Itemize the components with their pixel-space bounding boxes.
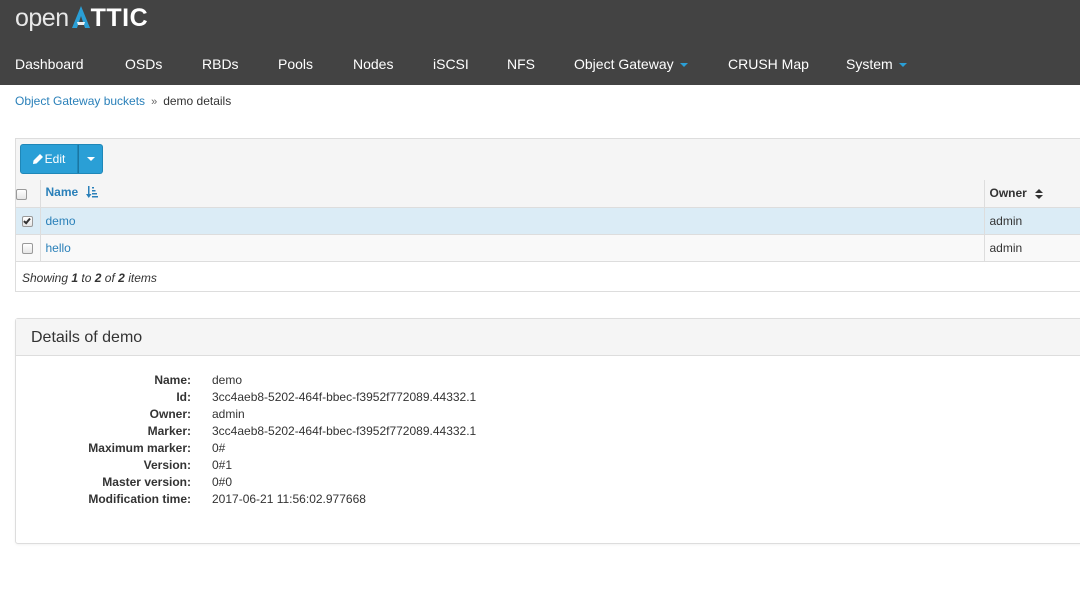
detail-row-marker: Marker: 3cc4aeb8-5202-464f-bbec-f3952f772…: [16, 423, 716, 440]
double-chevron-right-icon: »: [151, 96, 158, 108]
detail-value: 0#0: [212, 475, 233, 489]
logo-prefix: open: [15, 4, 69, 32]
footer-to: 2: [94, 271, 102, 285]
bucket-name-link[interactable]: demo: [40, 207, 985, 235]
caret-down-icon: [679, 63, 688, 68]
bucket-owner: admin: [984, 234, 1080, 262]
detail-value: 3cc4aeb8-5202-464f-bbec-f3952f772089.443…: [212, 390, 477, 404]
nav-osds[interactable]: OSDs: [125, 44, 162, 85]
sort-both-icon: [1034, 189, 1043, 200]
openattic-logo[interactable]: open TTIC: [15, 3, 148, 35]
nav-nfs-label: NFS: [507, 56, 535, 72]
nav-iscsi-label: iSCSI: [433, 56, 469, 72]
breadcrumb: Object Gateway buckets » demo details: [15, 93, 231, 110]
bucket-name-link[interactable]: hello: [40, 234, 985, 262]
nav-rbds[interactable]: RBDs: [202, 44, 239, 85]
detail-row-master-version: Master version: 0#0: [16, 474, 716, 491]
grid-pagination-info: Showing 1 to 2 of 2 items: [22, 271, 157, 285]
logo-a-mark-icon: [71, 5, 91, 29]
detail-row-id: Id: 3cc4aeb8-5202-464f-bbec-f3952f772089.…: [16, 389, 716, 406]
nav-system-label: System: [846, 56, 893, 72]
detail-key: Id:: [176, 390, 191, 404]
nav-dashboard[interactable]: Dashboard: [15, 44, 84, 85]
details-list: Name: demo Id: 3cc4aeb8-5202-464f-bbec-f39…: [16, 372, 716, 508]
footer-of-word: of: [104, 271, 115, 285]
footer-showing-word: Showing: [22, 271, 69, 285]
detail-key: Owner:: [149, 407, 191, 421]
nav-nodes-label: Nodes: [353, 56, 394, 72]
detail-key: Maximum marker:: [88, 441, 191, 455]
footer-from: 1: [71, 271, 79, 285]
buckets-grid-panel: Edit Name Owner demo admin hello admin S…: [15, 138, 1080, 292]
nav-object-gateway-label: Object Gateway: [574, 56, 674, 72]
logo-suffix: TTIC: [90, 4, 149, 32]
details-title: Details of demo: [16, 319, 1080, 356]
nav-iscsi[interactable]: iSCSI: [433, 44, 469, 85]
nav-crush-map[interactable]: CRUSH Map: [728, 44, 809, 85]
detail-key: Modification time:: [88, 492, 191, 506]
detail-row-name: Name: demo: [16, 372, 716, 389]
table-header-row: Name Owner: [16, 180, 1080, 208]
top-navbar: open TTIC Dashboard OSDs RBDs Pools Nodes…: [0, 0, 1080, 85]
edit-button[interactable]: Edit: [20, 144, 78, 174]
detail-row-maximum-marker: Maximum marker: 0#: [16, 440, 716, 457]
row-select-cell: [16, 234, 41, 262]
grid-toolbar: Edit: [16, 139, 1080, 181]
edit-dropdown-toggle[interactable]: [78, 144, 103, 174]
bucket-details-panel: Details of demo Name: demo Id: 3cc4aeb8-52…: [15, 318, 1080, 544]
detail-value: admin: [212, 407, 245, 421]
row-select-cell: [16, 207, 41, 235]
footer-items-word: items: [128, 271, 157, 285]
nav-osds-label: OSDs: [125, 56, 163, 72]
breadcrumb-current: demo details: [163, 94, 232, 108]
footer-total: 2: [118, 271, 125, 285]
column-header-name[interactable]: Name: [40, 180, 985, 208]
nav-nodes[interactable]: Nodes: [353, 44, 393, 85]
detail-key: Name:: [154, 373, 191, 387]
breadcrumb-parent-link[interactable]: Object Gateway buckets: [15, 94, 145, 108]
select-all-cell: [16, 180, 41, 208]
detail-value: 2017-06-21 11:56:02.977668: [212, 492, 366, 506]
column-header-owner-label: Owner: [989, 186, 1027, 201]
main-nav: Dashboard OSDs RBDs Pools Nodes iSCSI NF…: [0, 44, 1080, 85]
select-all-checkbox[interactable]: [16, 188, 27, 200]
pencil-icon: [32, 146, 43, 174]
caret-down-icon: [87, 157, 95, 161]
column-header-name-label: Name: [45, 185, 79, 200]
footer-to-word: to: [81, 271, 92, 285]
row-checkbox[interactable]: [22, 242, 34, 254]
nav-pools[interactable]: Pools: [278, 44, 313, 85]
detail-row-modification-time: Modification time: 2017-06-21 11:56:02.97…: [16, 491, 716, 508]
detail-value: demo: [212, 373, 243, 387]
detail-key: Version:: [143, 458, 191, 472]
table-row[interactable]: demo admin: [16, 207, 1080, 235]
sort-ascending-icon: [86, 186, 99, 201]
nav-object-gateway[interactable]: Object Gateway: [574, 44, 688, 85]
nav-rbds-label: RBDs: [202, 56, 239, 72]
row-checkbox[interactable]: [22, 215, 34, 227]
detail-row-version: Version: 0#1: [16, 457, 716, 474]
buckets-table: Name Owner demo admin hello admin: [16, 180, 1080, 262]
edit-button-label: Edit: [44, 152, 66, 166]
nav-dashboard-label: Dashboard: [15, 56, 84, 72]
detail-value: 3cc4aeb8-5202-464f-bbec-f3952f772089.443…: [212, 424, 477, 438]
table-row[interactable]: hello admin: [16, 234, 1080, 262]
column-header-owner[interactable]: Owner: [984, 180, 1080, 208]
bucket-owner: admin: [984, 207, 1080, 235]
detail-value: 0#: [212, 441, 226, 455]
detail-row-owner: Owner: admin: [16, 406, 716, 423]
caret-down-icon: [898, 63, 907, 68]
nav-nfs[interactable]: NFS: [507, 44, 535, 85]
detail-value: 0#1: [212, 458, 233, 472]
nav-crush-map-label: CRUSH Map: [728, 56, 809, 72]
detail-key: Marker:: [147, 424, 191, 438]
nav-system[interactable]: System: [846, 44, 907, 85]
detail-key: Master version:: [102, 475, 191, 489]
nav-pools-label: Pools: [278, 56, 314, 72]
